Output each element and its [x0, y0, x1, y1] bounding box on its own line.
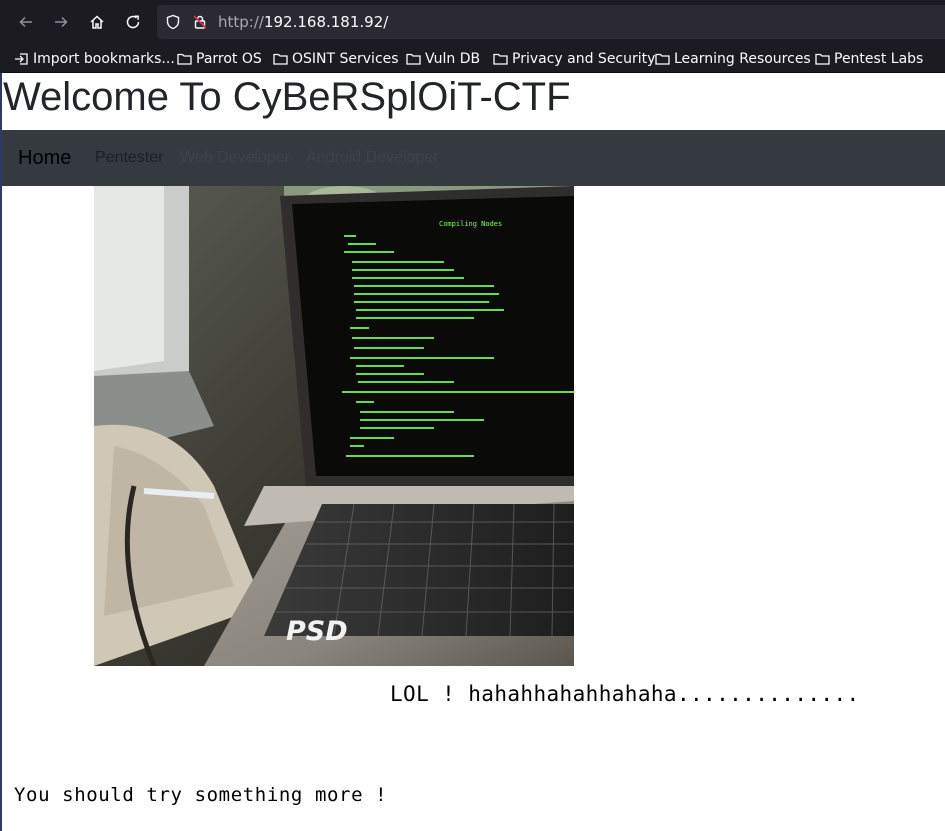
nav-link-pentester[interactable]: Pentester [95, 149, 163, 167]
bookmark-vuln-db[interactable]: Vuln DB [406, 49, 480, 69]
folder-icon [177, 53, 192, 65]
folder-icon [493, 53, 508, 65]
bookmark-label: Privacy and Security [512, 51, 656, 67]
page-title: Welcome To CyBeRSplOiT-CTF [3, 75, 571, 119]
hint-message: You should try something more ! [14, 784, 388, 806]
bookmark-label: Parrot OS [196, 51, 262, 67]
bookmark-learning-resources[interactable]: Learning Resources [655, 49, 811, 69]
screen-heading: Compiling Nodes [439, 220, 502, 228]
nav-brand-home[interactable]: Home [18, 147, 71, 170]
reload-button[interactable] [119, 8, 147, 36]
folder-icon [655, 53, 670, 65]
folder-icon [406, 53, 421, 65]
nav-link-web-developer[interactable]: Web Developer [180, 149, 290, 167]
page-content: Welcome To CyBeRSplOiT-CTF Home Penteste… [0, 73, 945, 831]
bookmark-label: Learning Resources [674, 51, 811, 67]
home-button[interactable] [83, 8, 111, 36]
bookmark-import[interactable]: Import bookmarks... [14, 49, 175, 69]
url-host: 192.168.181.92/ [263, 13, 389, 31]
site-navbar: Home Pentester Web Developer Android Dev… [2, 130, 945, 186]
back-button[interactable] [12, 8, 40, 36]
url-text[interactable]: http://192.168.181.92/ [218, 13, 388, 31]
laptop-code-illustration: Compiling Nodes PSD [94, 186, 574, 666]
bookmark-privacy-security[interactable]: Privacy and Security [493, 49, 655, 69]
browser-toolbar: http://192.168.181.92/ [0, 0, 945, 44]
bookmarks-bar: Import bookmarks... Parrot OS OSINT Serv… [0, 44, 945, 73]
insecure-lock-icon[interactable] [192, 14, 208, 30]
arrow-left-icon [19, 16, 32, 28]
home-icon [90, 15, 104, 29]
bookmark-label: Pentest Labs [834, 51, 924, 67]
hero-image: Compiling Nodes PSD [94, 186, 574, 666]
lol-message: LOL ! hahahhahahhahaha.............. [390, 682, 860, 706]
forward-button[interactable] [47, 8, 75, 36]
folder-icon [273, 53, 288, 65]
bookmark-label: Vuln DB [425, 51, 481, 67]
folder-icon [815, 53, 830, 65]
bookmark-label: Import bookmarks... [33, 51, 175, 67]
import-icon [15, 53, 28, 65]
url-protocol: http:// [218, 13, 264, 31]
reload-icon [126, 15, 140, 29]
bookmark-parrot-os[interactable]: Parrot OS [177, 49, 262, 69]
arrow-right-icon [55, 16, 68, 28]
image-watermark: PSD [286, 616, 348, 647]
shield-icon[interactable] [165, 14, 181, 30]
bookmark-osint-services[interactable]: OSINT Services [273, 49, 399, 69]
bookmark-label: OSINT Services [292, 51, 399, 67]
bookmark-pentest-labs[interactable]: Pentest Labs [815, 49, 923, 69]
nav-link-android-developer[interactable]: Android Developer [306, 149, 439, 167]
address-bar[interactable]: http://192.168.181.92/ [157, 5, 945, 39]
